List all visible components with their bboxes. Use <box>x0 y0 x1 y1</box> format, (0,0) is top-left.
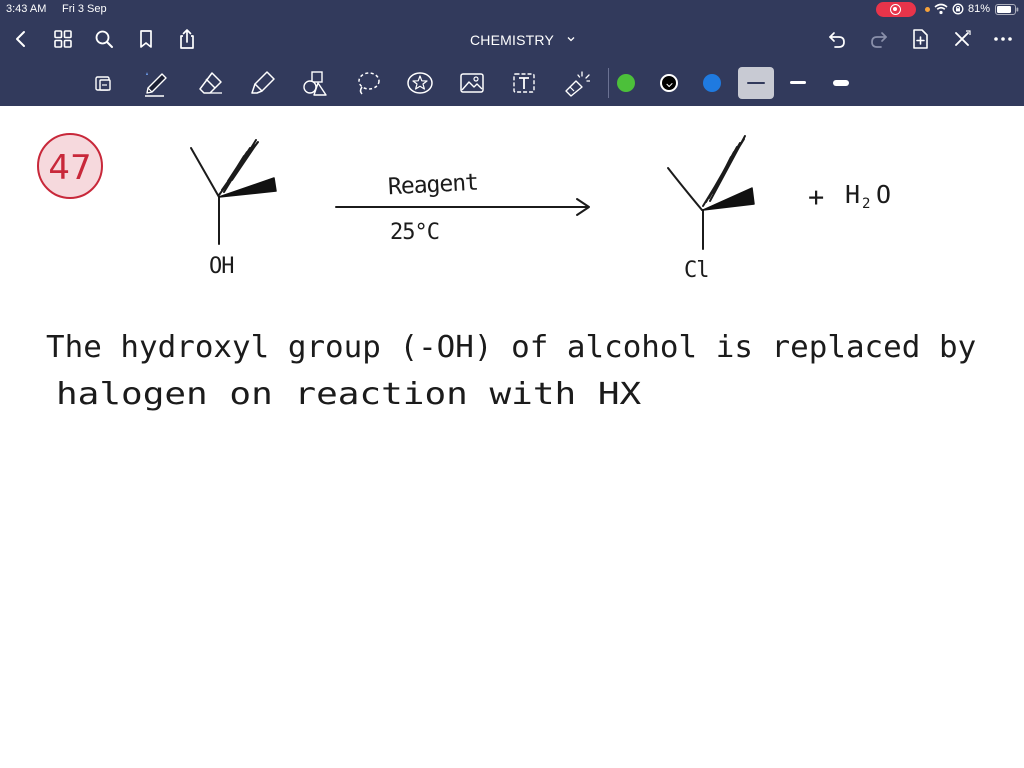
status-date: Fri 3 Sep <box>62 3 107 15</box>
lasso-icon[interactable] <box>354 69 382 97</box>
battery-icon <box>995 4 1019 15</box>
wifi-icon <box>934 3 948 15</box>
pen-icon[interactable] <box>142 69 170 97</box>
reactant-group-label: OH <box>209 254 234 279</box>
explanation-text-2: halogen on reaction with HX <box>56 377 642 412</box>
battery-percentage: 81% <box>968 3 991 15</box>
question-number: 47 <box>48 148 92 188</box>
explanation-text-1: The hydroxyl group (-OH) of alcohol is r… <box>46 330 977 365</box>
plus-sign: + <box>808 182 825 213</box>
stroke-thick-button[interactable] <box>833 80 849 86</box>
status-bar: 3:43 AM Fri 3 Sep 81% <box>0 0 1024 18</box>
share-icon[interactable] <box>176 28 198 50</box>
mic-indicator-icon <box>925 7 930 12</box>
app-chrome: 3:43 AM Fri 3 Sep 81% CHEMISTRY <box>0 0 1024 106</box>
byproduct-oxygen: O <box>876 180 892 209</box>
stroke-thin-line <box>747 82 765 84</box>
bookmark-icon[interactable] <box>135 28 157 50</box>
back-chevron-icon[interactable] <box>10 28 32 50</box>
sticker-icon[interactable] <box>406 69 434 97</box>
color-swatch-green[interactable] <box>617 74 635 92</box>
toolbar-divider <box>608 68 609 98</box>
arrow-top-label: Reagent <box>387 169 479 201</box>
screen-recording-icon[interactable] <box>876 2 916 17</box>
byproduct-subscript: 2 <box>862 196 871 212</box>
laser-pointer-icon[interactable] <box>562 69 590 97</box>
eraser-icon[interactable] <box>197 69 225 97</box>
explanation-line-1: The hydroxyl group (-OH) of alcohol is r… <box>46 330 976 370</box>
undo-icon[interactable] <box>826 28 848 50</box>
note-page[interactable]: 47 OH Reagent 25°C Cl + H 2 O The hydrox… <box>0 106 1024 768</box>
drawing-toolbar <box>0 60 1024 106</box>
search-icon[interactable] <box>93 28 115 50</box>
byproduct-hydrogen: H <box>845 180 861 209</box>
status-time: 3:43 AM <box>6 3 47 15</box>
reactant-bond-left <box>190 147 220 198</box>
text-box-icon[interactable] <box>510 69 538 97</box>
close-icon[interactable] <box>951 28 973 50</box>
stroke-medium-button[interactable] <box>790 81 806 84</box>
redo-icon[interactable] <box>868 28 890 50</box>
image-icon[interactable] <box>458 69 486 97</box>
color-swatch-black[interactable] <box>660 74 678 92</box>
question-number-badge: 47 <box>37 133 103 199</box>
more-options-icon[interactable] <box>992 28 1014 50</box>
navigation-bar: CHEMISTRY <box>0 18 1024 60</box>
shapes-icon[interactable] <box>301 69 329 97</box>
product-bond-left <box>667 167 703 211</box>
highlighter-icon[interactable] <box>249 69 277 97</box>
chevron-down-icon <box>567 37 575 42</box>
color-swatch-blue[interactable] <box>703 74 721 92</box>
add-page-icon[interactable] <box>909 28 931 50</box>
pages-icon[interactable] <box>90 69 118 97</box>
document-title-button[interactable] <box>462 28 582 50</box>
product-group-label: Cl <box>684 258 709 283</box>
stroke-thin-button[interactable] <box>738 67 774 99</box>
arrow-bottom-label: 25°C <box>390 220 440 245</box>
explanation-line-2: halogen on reaction with HX <box>56 377 656 417</box>
grid-view-icon[interactable] <box>52 28 74 50</box>
orientation-lock-icon <box>952 3 964 15</box>
